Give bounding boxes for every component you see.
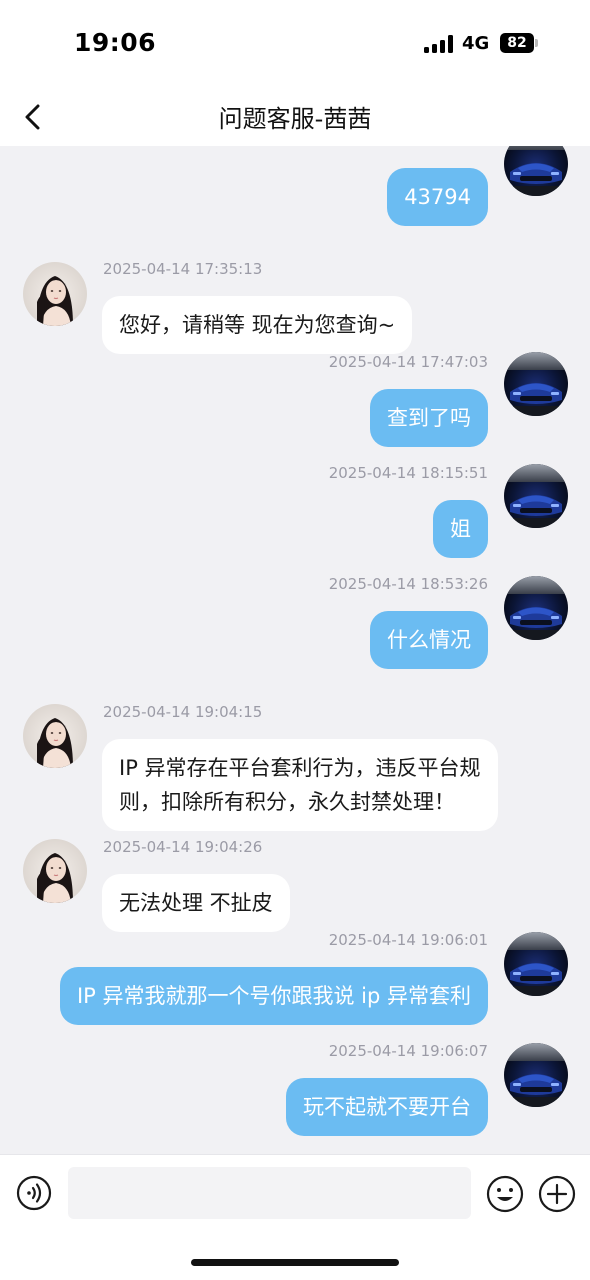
message-timestamp: 2025-04-14 17:47:03 (328, 353, 488, 371)
chat-message-list[interactable]: 43794 2025-04-14 17:35:13 您好，请稍等 现在为您查询~… (0, 146, 590, 1154)
agent-avatar[interactable] (23, 262, 87, 326)
battery-icon: 82 (500, 33, 538, 53)
message-input[interactable] (68, 1167, 471, 1219)
nav-bar: 问题客服-茜茜 (0, 88, 590, 146)
message-timestamp: 2025-04-14 19:04:26 (103, 838, 263, 856)
message-bubble-incoming[interactable]: IP 异常存在平台套利行为，违反平台规 则，扣除所有积分，永久封禁处理！ (102, 739, 498, 831)
message-timestamp: 2025-04-14 18:15:51 (328, 464, 488, 482)
message-timestamp: 2025-04-14 18:53:26 (328, 575, 488, 593)
message-bubble-incoming[interactable]: 无法处理 不扯皮 (102, 874, 290, 932)
message-text-line: 则，扣除所有积分，永久封禁处理！ (119, 790, 455, 814)
message-timestamp: 2025-04-14 19:06:01 (328, 931, 488, 949)
network-type: 4G (462, 33, 490, 54)
message-bubble-outgoing[interactable]: 43794 (387, 168, 488, 226)
message-bubble-outgoing[interactable]: 姐 (433, 500, 488, 558)
user-avatar[interactable] (504, 576, 568, 640)
message-timestamp: 2025-04-14 17:35:13 (103, 260, 263, 278)
user-avatar[interactable] (504, 1043, 568, 1107)
user-avatar[interactable] (504, 932, 568, 996)
home-indicator (191, 1259, 399, 1266)
message-bubble-outgoing[interactable]: 查到了吗 (370, 389, 488, 447)
user-avatar[interactable] (504, 464, 568, 528)
message-bubble-outgoing[interactable]: 玩不起就不要开台 (286, 1078, 488, 1136)
signal-icon (424, 35, 456, 53)
page-title: 问题客服-茜茜 (218, 105, 372, 133)
message-bubble-incoming[interactable]: 您好，请稍等 现在为您查询~ (102, 296, 413, 354)
status-time: 19:06 (74, 28, 157, 57)
message-bubble-outgoing[interactable]: 什么情况 (370, 611, 488, 669)
plus-icon (538, 1175, 576, 1213)
message-input-bar (0, 1154, 590, 1280)
message-text-line: IP 异常存在平台套利行为，违反平台规 (119, 756, 481, 780)
status-bar: 19:06 4G 82 (0, 0, 590, 88)
message-timestamp: 2025-04-14 19:04:15 (103, 703, 263, 721)
voice-button[interactable] (16, 1175, 52, 1211)
more-button[interactable] (538, 1175, 576, 1213)
emoji-icon (486, 1175, 524, 1213)
user-avatar[interactable] (504, 146, 568, 196)
user-avatar[interactable] (504, 352, 568, 416)
voice-icon (16, 1175, 52, 1211)
agent-avatar[interactable] (23, 704, 87, 768)
agent-avatar[interactable] (23, 839, 87, 903)
message-bubble-outgoing[interactable]: IP 异常我就那一个号你跟我说 ip 异常套利 (59, 967, 488, 1025)
emoji-button[interactable] (486, 1175, 524, 1213)
message-timestamp: 2025-04-14 19:06:07 (328, 1042, 488, 1060)
battery-level: 82 (500, 33, 534, 53)
